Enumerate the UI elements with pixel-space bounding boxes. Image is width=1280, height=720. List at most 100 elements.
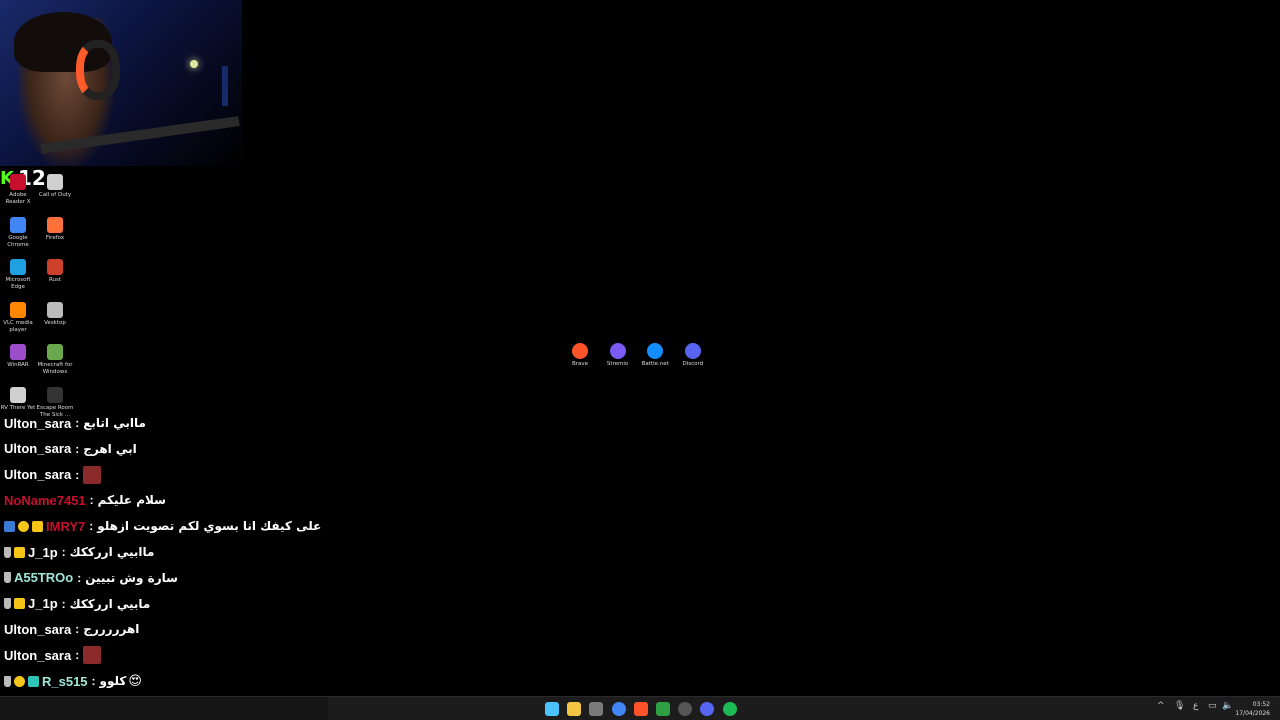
chat-message: J_1p: ماابيي اررككك bbox=[4, 541, 154, 563]
chat-message: Ulton_sara: اهرررررج bbox=[4, 618, 139, 640]
rv-there-yet-icon bbox=[10, 386, 26, 403]
escape-room-the-sick-icon bbox=[47, 386, 63, 403]
chat-username: R_s515 bbox=[42, 673, 88, 689]
desktop-icon-call-of-duty[interactable]: Call of Duty bbox=[36, 174, 74, 199]
chat-message: Ulton_sara: bbox=[4, 644, 102, 666]
webcam-overlay bbox=[0, 0, 242, 166]
desktop-icon-label: WinRAR bbox=[7, 362, 29, 368]
desktop-icon-microsoft-edge[interactable]: Microsoft Edge bbox=[0, 259, 37, 291]
chat-text: على كيفك انا بسوي لكم تصويت ازهلو bbox=[97, 519, 322, 534]
desktop-icon-minecraft-for-windows[interactable]: Minecraft for Windows bbox=[36, 344, 74, 376]
badge-blue-icon bbox=[4, 520, 15, 532]
microphone-icon[interactable]: 🎙 bbox=[1174, 701, 1185, 711]
badge-cup-icon bbox=[4, 546, 11, 558]
chat-username: IMRY7 bbox=[46, 518, 86, 534]
discord-icon bbox=[684, 343, 701, 359]
language-indicator[interactable]: ع bbox=[1193, 701, 1198, 711]
clock-time: 03:52 bbox=[1252, 701, 1270, 708]
chat-username: NoName7451 bbox=[4, 492, 86, 508]
microsoft-edge-icon bbox=[10, 259, 26, 275]
desktop-icon-firefox[interactable]: Firefox bbox=[36, 216, 74, 242]
adobe-reader-x-icon bbox=[10, 174, 26, 190]
volume-icon[interactable]: 🔈 bbox=[1222, 701, 1233, 711]
desktop-icon-label: RV There Yet bbox=[0, 404, 36, 411]
desktop-icon-vesktop[interactable]: Vesktop bbox=[36, 301, 74, 327]
taskbar-brave-icon[interactable] bbox=[633, 702, 648, 716]
chat-message: R_s515: كلوو 😍 bbox=[4, 670, 142, 692]
chat-message: Ulton_sara: ابي اهرج bbox=[4, 438, 137, 460]
badge-cup-icon bbox=[4, 675, 11, 687]
desktop-icon-winrar[interactable]: WinRAR bbox=[0, 344, 37, 369]
desktop-icon-vlc-media-player[interactable]: VLC media player bbox=[0, 301, 37, 334]
taskbar-obs-icon[interactable] bbox=[678, 702, 693, 716]
battle-net-icon bbox=[647, 343, 664, 359]
badge-crown-icon bbox=[14, 546, 25, 558]
chat-separator: : bbox=[75, 622, 80, 637]
chat-text: اهرررررج bbox=[83, 622, 140, 637]
chat-username: Ulton_sara bbox=[4, 415, 72, 431]
desktop-icon-label: Google Chrome bbox=[7, 234, 29, 248]
chat-username: J_1p bbox=[28, 544, 58, 560]
chat-separator: : bbox=[75, 441, 80, 456]
brave-icon bbox=[572, 343, 588, 359]
taskbar-spotify-icon[interactable] bbox=[722, 702, 737, 716]
desktop-icon-label: Firefox bbox=[45, 234, 65, 241]
taskbar-file-explorer-icon[interactable] bbox=[567, 702, 582, 716]
desktop-icon-discord[interactable]: Discord bbox=[671, 343, 715, 367]
stremio-icon bbox=[609, 343, 626, 359]
chat-text: ماابي اتابع bbox=[83, 416, 146, 430]
chat-separator: : bbox=[89, 493, 94, 508]
chat-separator: : bbox=[89, 519, 94, 534]
chat-message: J_1p: مابيي اررككك bbox=[4, 593, 150, 615]
badge-one-icon bbox=[14, 675, 25, 687]
firefox-icon bbox=[47, 216, 63, 233]
desktop-icon-rv-there-yet[interactable]: RV There Yet bbox=[0, 386, 37, 412]
chat-username: J_1p bbox=[28, 596, 58, 612]
desktop-icon-google-chrome[interactable]: Google Chrome bbox=[0, 216, 37, 249]
chat-username: Ulton_sara bbox=[4, 441, 72, 457]
chat-message: NoName7451: سلام عليكم bbox=[4, 489, 166, 511]
desktop-icon-label: Microsoft Edge bbox=[5, 277, 31, 290]
minecraft-for-windows-icon bbox=[47, 344, 63, 360]
chat-text: كلوو bbox=[99, 674, 127, 688]
desktop-icon-label: Adobe Reader X bbox=[5, 192, 31, 205]
vesktop-icon bbox=[47, 301, 63, 318]
desktop-icon-label: Minecraft for Windows bbox=[37, 362, 73, 375]
badge-cup-icon bbox=[4, 598, 11, 610]
desktop-icon-label: Rust bbox=[48, 277, 62, 283]
chat-username: Ulton_sara bbox=[4, 647, 72, 663]
chat-separator: : bbox=[61, 596, 66, 611]
desktop-icon-rust[interactable]: Rust bbox=[36, 259, 74, 284]
desktop-icon-adobe-reader-x[interactable]: Adobe Reader X bbox=[0, 174, 37, 206]
taskbar-chrome-icon[interactable] bbox=[611, 702, 626, 716]
chat-separator: : bbox=[75, 467, 80, 482]
badge-one-icon bbox=[18, 520, 29, 532]
chat-separator: : bbox=[91, 674, 96, 688]
tray-chevron-icon[interactable]: ^ bbox=[1157, 701, 1165, 711]
chat-message: IMRY7: على كيفك انا بسوي لكم تصويت ازهلو bbox=[4, 515, 321, 537]
chat-text: ابي اهرج bbox=[83, 441, 137, 456]
desktop-icon-label: Discord bbox=[682, 361, 704, 367]
network-icon[interactable]: ▭ bbox=[1208, 701, 1217, 711]
taskbar-search-area[interactable] bbox=[0, 697, 328, 720]
chat-separator: : bbox=[75, 416, 80, 430]
chat-username: A55TROo bbox=[14, 570, 74, 586]
chat-text: سلام عليكم bbox=[97, 493, 166, 508]
clock-date: 17/04/2026 bbox=[1235, 710, 1270, 717]
taskbar-discord-icon[interactable] bbox=[700, 702, 715, 716]
taskbar-green-app-icon[interactable] bbox=[656, 702, 670, 716]
badge-teal-icon bbox=[28, 675, 39, 687]
chat-message: Ulton_sara: ماابي اتابع bbox=[4, 412, 146, 434]
desktop-icon-label: Call of Duty bbox=[38, 192, 72, 198]
badge-cup-icon bbox=[4, 572, 11, 584]
taskbar-microsoft-store-icon[interactable] bbox=[589, 702, 604, 716]
winrar-icon bbox=[10, 344, 26, 360]
badge-crown-icon bbox=[14, 598, 25, 610]
clock[interactable]: 03:52 17/04/2026 bbox=[1235, 700, 1270, 718]
google-chrome-icon bbox=[10, 216, 26, 233]
taskbar-start-icon[interactable] bbox=[545, 702, 559, 716]
chat-separator: : bbox=[61, 545, 66, 559]
chat-username: Ulton_sara bbox=[4, 467, 72, 483]
desktop-icon-label: VLC media player bbox=[3, 319, 33, 333]
vlc-media-player-icon bbox=[10, 301, 26, 318]
